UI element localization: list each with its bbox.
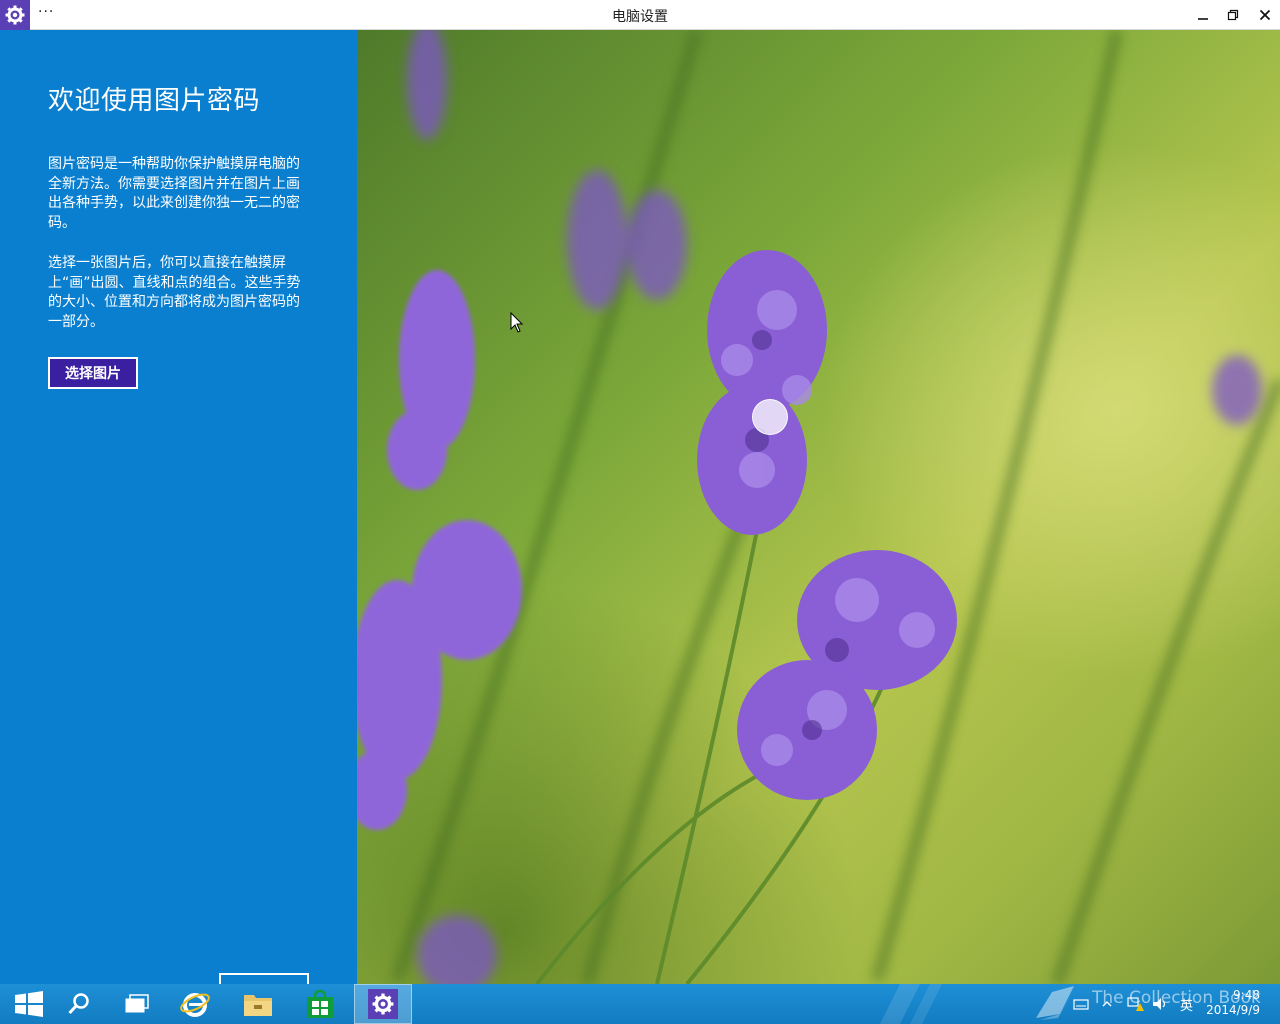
folder-icon — [244, 995, 272, 1016]
file-explorer-button[interactable] — [229, 984, 287, 1024]
store-icon — [307, 989, 333, 1018]
minimize-button[interactable] — [1188, 0, 1218, 30]
task-view-icon — [125, 994, 149, 1013]
minimize-icon — [1198, 18, 1208, 20]
settings-taskbar-button[interactable] — [354, 984, 412, 1024]
chevron-up-icon — [1102, 1001, 1112, 1007]
title-bar: ··· 电脑设置 — [0, 0, 1280, 30]
instruction-paragraph: 选择一张图片后，你可以直接在触摸屏上“画”出圆、直线和点的组合。这些手势的大小、… — [48, 255, 301, 330]
clock-time: 9:48 — [1233, 988, 1260, 1002]
tray-show-hidden-icons[interactable] — [1102, 984, 1112, 1024]
taskbar: The Collection Book 英 9:48 2014/9/9 — [0, 984, 1280, 1024]
restore-button[interactable] — [1218, 0, 1248, 30]
tray-volume-icon[interactable] — [1151, 984, 1169, 1024]
touch-point-indicator — [752, 399, 788, 435]
lavender-flower-image — [357, 30, 1280, 984]
tray-keyboard-icon[interactable] — [1073, 984, 1089, 1024]
volume-icon — [1153, 998, 1166, 1010]
input-language-indicator[interactable]: 英 — [1180, 984, 1193, 1024]
clock-date: 2014/9/9 — [1206, 1003, 1260, 1017]
taskbar-decoration — [880, 984, 942, 1024]
choose-picture-button[interactable]: 选择图片 — [48, 357, 138, 389]
gear-icon — [372, 993, 394, 1015]
page-title: 欢迎使用图片密码 — [48, 86, 261, 116]
internet-explorer-icon — [180, 993, 210, 1017]
tray-network-icon[interactable] — [1126, 984, 1144, 1024]
settings-tile — [368, 989, 398, 1019]
picture-preview[interactable] — [357, 30, 1280, 984]
system-clock[interactable]: 9:48 2014/9/9 — [1206, 988, 1260, 1018]
internet-explorer-button[interactable] — [166, 984, 224, 1024]
network-warning-icon — [1127, 997, 1144, 1011]
keyboard-icon — [1073, 999, 1089, 1010]
restore-icon — [1227, 9, 1239, 21]
close-button[interactable] — [1250, 0, 1280, 30]
windows-logo-icon — [15, 991, 43, 1017]
store-button[interactable] — [291, 984, 349, 1024]
search-icon — [68, 993, 89, 1015]
close-icon — [1259, 9, 1271, 21]
task-view-button[interactable] — [108, 984, 166, 1024]
intro-paragraph: 图片密码是一种帮助你保护触摸屏电脑的全新方法。你需要选择图片并在图片上画出各种手… — [48, 156, 300, 231]
search-button[interactable] — [50, 984, 108, 1024]
mouse-cursor-icon — [510, 312, 524, 333]
picture-password-intro-panel: 欢迎使用图片密码 图片密码是一种帮助你保护触摸屏电脑的全新方法。你需要选择图片并… — [0, 30, 357, 985]
window-title: 电脑设置 — [612, 9, 668, 25]
